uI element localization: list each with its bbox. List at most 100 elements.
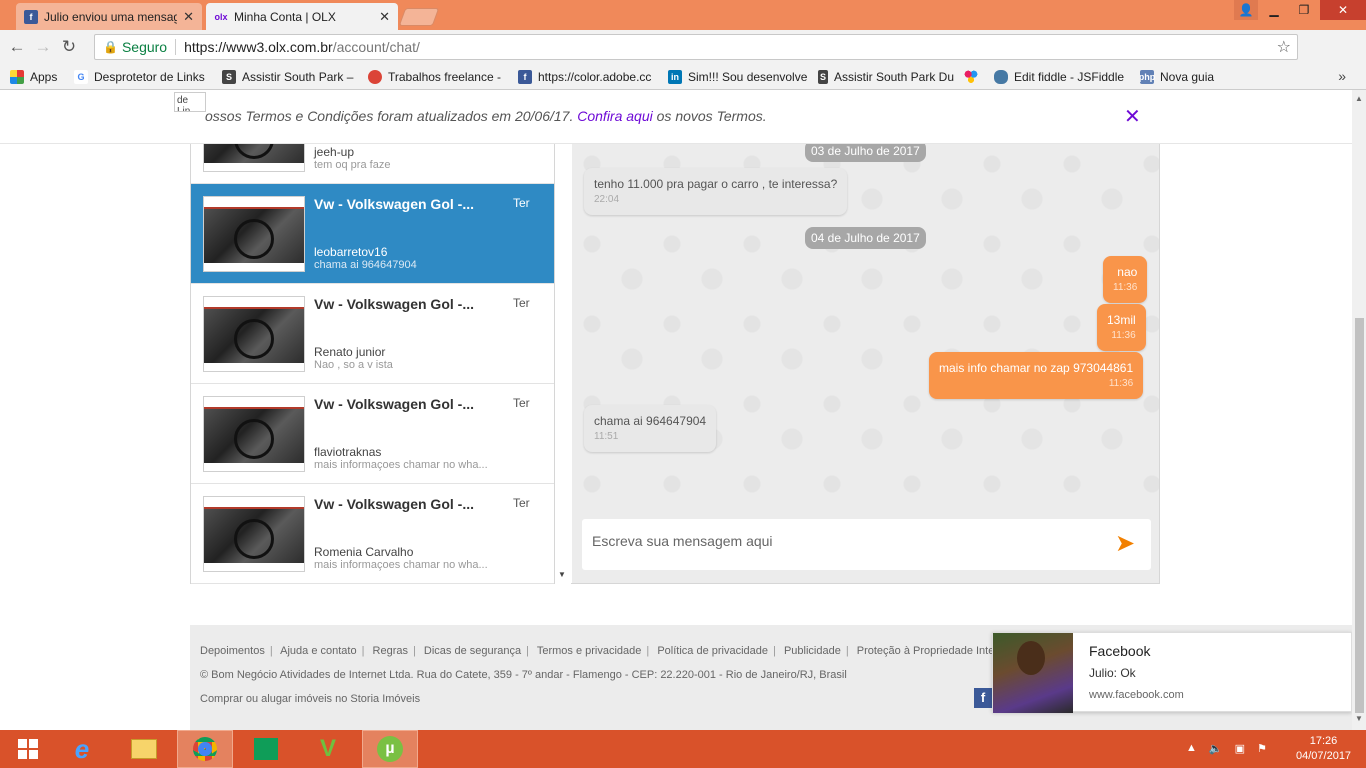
close-notice-icon[interactable]: ✕ (1124, 104, 1141, 129)
maximize-button[interactable]: ❐ (1290, 0, 1318, 20)
bookmark-linkedin[interactable]: in Sim!!! Sou desenvolve (668, 69, 808, 84)
bookmark-jsfiddle[interactable]: Edit fiddle - JSFiddle (994, 69, 1130, 84)
file-explorer-icon[interactable] (116, 730, 172, 768)
conversation-last-message: mais informaçoes chamar no wha... (314, 559, 488, 571)
conversation-item[interactable]: jeeh-up tem oq pra faze (191, 144, 554, 184)
volume-icon[interactable]: 🔈 (1209, 742, 1223, 755)
cloud-icon (994, 69, 1008, 84)
footer-link-publicidade[interactable]: Publicidade (784, 645, 841, 657)
bookmark-dots[interactable] (964, 69, 984, 84)
conversation-item-selected[interactable]: Vw - Volkswagen Gol -... Ter leobarretov… (191, 184, 554, 284)
bookmark-label: Edit fiddle - JSFiddle (1014, 69, 1125, 84)
conversation-user: flaviotraknas (314, 445, 382, 459)
scroll-down-icon[interactable]: ▼ (1355, 714, 1363, 723)
url-path: /account/chat/ (332, 39, 420, 55)
tab-facebook[interactable]: f Julio enviou uma mensag ✕ (16, 3, 202, 30)
conversation-day: Ter (513, 196, 530, 210)
notice-text-after: os novos Termos. (656, 108, 767, 124)
system-clock[interactable]: 17:26 04/07/2017 (1296, 734, 1351, 764)
bookmark-southpark-2[interactable]: S Assistir South Park Du (818, 69, 954, 84)
back-icon[interactable]: ← (4, 37, 30, 57)
clock-date: 04/07/2017 (1296, 750, 1352, 762)
tab-title: Minha Conta | OLX (234, 9, 336, 24)
bookmark-desprotetor[interactable]: G Desprotetor de Links (74, 69, 212, 84)
conversation-last-message: tem oq pra faze (314, 159, 391, 171)
car-thumbnail (203, 396, 305, 472)
bookmarks-bar: Apps G Desprotetor de Links S Assistir S… (0, 64, 1366, 90)
minimize-button[interactable]: ▁ (1260, 0, 1288, 20)
browser-tab-bar: f Julio enviou uma mensag ✕ olx Minha Co… (0, 0, 1366, 30)
footer-link-imoveis[interactable]: Comprar ou alugar imóveis no Storia Imóv… (200, 693, 420, 705)
windows-start-icon[interactable] (0, 730, 56, 768)
scroll-up-icon[interactable]: ▲ (1355, 94, 1363, 103)
message-incoming: chama ai 964647904 11:51 (584, 405, 717, 452)
bookmark-adobe[interactable]: f https://color.adobe.cc (518, 69, 658, 84)
bookmark-southpark[interactable]: S Assistir South Park – (222, 69, 358, 84)
page-scrollbar[interactable]: ▲ ▼ (1352, 90, 1366, 730)
facebook-icon[interactable]: f (974, 688, 992, 708)
facebook-icon: f (518, 69, 532, 84)
tray-expand-icon[interactable]: ▲ (1186, 742, 1197, 755)
more-bookmarks-icon[interactable]: » (1338, 68, 1346, 84)
tab-olx[interactable]: olx Minha Conta | OLX ✕ (206, 3, 398, 30)
car-thumbnail (203, 296, 305, 372)
conversation-list-scrollbar[interactable]: ▼ (555, 144, 571, 584)
message-composer: ➤ (572, 506, 1159, 583)
footer-link-privacidade[interactable]: Política de privacidade (657, 645, 768, 657)
chrome-taskbar-icon[interactable] (177, 730, 233, 768)
conversation-title: Vw - Volkswagen Gol -... (314, 296, 474, 312)
notification-title: Facebook (1089, 643, 1151, 659)
windows-taskbar: e V µ ▲ 🔈 ▣ ⚑ 17:26 04/07/2017 (0, 730, 1366, 768)
chat-panel: jeeh-up tem oq pra faze Vw - Volkswagen … (190, 144, 1160, 584)
message-input[interactable] (592, 533, 1092, 549)
php-icon: php (1140, 69, 1156, 84)
conversation-list[interactable]: jeeh-up tem oq pra faze Vw - Volkswagen … (191, 144, 555, 584)
facebook-notification[interactable]: Facebook Julio: Ok www.facebook.com (992, 632, 1352, 713)
southpark-icon: S (818, 69, 828, 84)
scrollbar-thumb[interactable] (1355, 318, 1364, 713)
message-time: 11:36 (1113, 282, 1138, 293)
footer-link-ajuda[interactable]: Ajuda e contato (280, 645, 356, 657)
bookmark-nova-guia[interactable]: php Nova guia (1140, 69, 1230, 84)
message-time: 11:36 (1108, 378, 1134, 389)
footer-links: Depoimentos | Ajuda e contato | Regras | Di… (200, 645, 1027, 657)
bookmark-apps[interactable]: Apps (10, 69, 64, 84)
facebook-icon: f (24, 9, 38, 24)
profile-icon[interactable]: 👤 (1234, 0, 1258, 20)
internet-explorer-icon[interactable]: e (54, 730, 110, 768)
send-icon[interactable]: ➤ (1115, 531, 1141, 557)
notice-link[interactable]: Confira aqui (577, 108, 653, 124)
message-time: 22:04 (594, 194, 620, 205)
network-icon[interactable]: ▣ (1235, 742, 1245, 755)
footer-link-depoimentos[interactable]: Depoimentos (200, 645, 265, 657)
message-incoming: tenho 11.000 pra pagar o carro , te inte… (584, 168, 848, 215)
store-icon[interactable] (238, 730, 294, 768)
reload-icon[interactable]: ↻ (56, 37, 82, 57)
close-window-button[interactable]: ✕ (1320, 0, 1366, 20)
linkedin-icon: in (668, 69, 682, 84)
footer-link-regras[interactable]: Regras (373, 645, 408, 657)
conversation-item[interactable]: Vw - Volkswagen Gol -... Ter Renato juni… (191, 284, 554, 384)
conversation-item[interactable]: Vw - Volkswagen Gol -... Ter Romenia Car… (191, 484, 554, 584)
conversation-user: leobarretov16 (314, 245, 388, 259)
bookmark-label: Assistir South Park – (242, 69, 354, 84)
footer-link-termos[interactable]: Termos e privacidade (537, 645, 642, 657)
conversation-last-message: mais informaçoes chamar no wha... (314, 459, 488, 471)
footer-link-dicas[interactable]: Dicas de segurança (424, 645, 521, 657)
notification-url: www.facebook.com (1089, 689, 1184, 701)
forward-icon[interactable]: → (30, 37, 56, 57)
close-icon[interactable]: ✕ (379, 9, 390, 25)
conversation-item[interactable]: Vw - Volkswagen Gol -... Ter flaviotrakn… (191, 384, 554, 484)
url-bar[interactable]: 🔒 Seguro https://www3.olx.com.br/account… (94, 34, 1298, 60)
new-tab-button[interactable] (398, 8, 440, 26)
conversation-title: Vw - Volkswagen Gol -... (314, 496, 474, 512)
bookmark-freelance[interactable]: Trabalhos freelance - (368, 69, 508, 84)
scroll-down-icon[interactable]: ▼ (558, 570, 566, 579)
date-separator: 04 de Julho de 2017 (805, 227, 926, 249)
bookmark-star-icon[interactable]: ☆ (1277, 37, 1291, 57)
utorrent-icon[interactable]: µ (362, 730, 418, 768)
action-center-icon[interactable]: ⚑ (1257, 742, 1267, 755)
close-icon[interactable]: ✕ (183, 9, 194, 25)
vim-icon[interactable]: V (300, 730, 356, 768)
footer-copyright: © Bom Negócio Atividades de Internet Ltd… (200, 669, 847, 681)
